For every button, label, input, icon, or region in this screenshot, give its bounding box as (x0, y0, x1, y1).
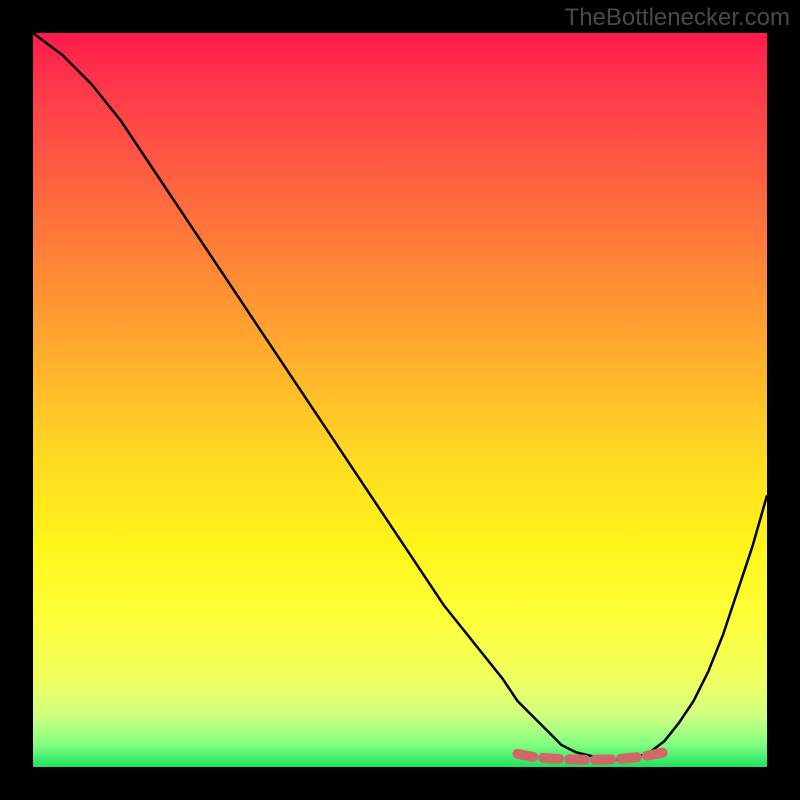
plot-area (33, 33, 767, 767)
chart-container: TheBottlenecker.com (0, 0, 800, 800)
curve-svg (33, 33, 767, 767)
bottleneck-curve (33, 33, 767, 760)
watermark: TheBottlenecker.com (565, 4, 790, 32)
